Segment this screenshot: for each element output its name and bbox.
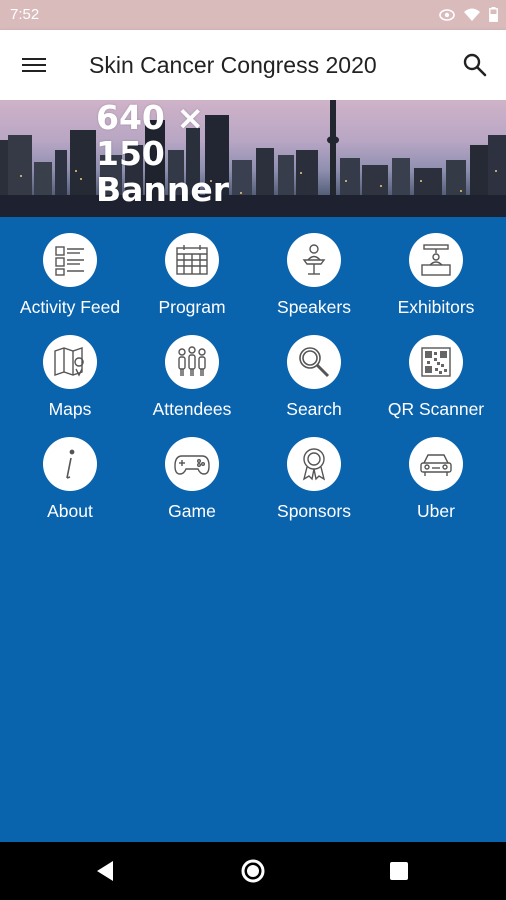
search-icon[interactable] xyxy=(462,52,488,78)
tile-sponsors[interactable]: Sponsors xyxy=(251,421,377,521)
banner-line-1: 640 × xyxy=(96,100,205,137)
activity-feed-icon xyxy=(43,233,97,287)
tile-game[interactable]: Game xyxy=(129,421,255,521)
tile-label: Uber xyxy=(417,501,455,521)
magnifier-icon xyxy=(287,335,341,389)
tile-label: Activity Feed xyxy=(19,297,121,317)
map-icon xyxy=(43,335,97,389)
tile-label: Sponsors xyxy=(277,501,351,521)
city-skyline-image xyxy=(0,100,506,217)
tile-about[interactable]: About xyxy=(7,421,133,521)
cast-icon xyxy=(439,8,455,21)
info-icon xyxy=(43,437,97,491)
battery-icon xyxy=(489,7,498,22)
banner-image: 640 × 150 Banner xyxy=(0,100,506,217)
page-title: Skin Cancer Congress 2020 xyxy=(89,52,377,78)
banner-line-2: 150 xyxy=(96,134,165,173)
banner-line-3: Banner xyxy=(96,170,230,209)
status-time: 7:52 xyxy=(10,6,40,23)
people-icon xyxy=(165,335,219,389)
tile-speakers[interactable]: Speakers xyxy=(251,217,377,317)
tile-qr-scanner[interactable]: QR Scanner xyxy=(373,319,499,419)
system-nav-bar xyxy=(0,842,506,900)
app-toolbar: Skin Cancer Congress 2020 xyxy=(0,30,506,100)
car-icon xyxy=(409,437,463,491)
tile-label: Search xyxy=(286,399,342,419)
back-icon[interactable] xyxy=(91,856,121,886)
status-icons xyxy=(439,7,498,22)
tile-label: Exhibitors xyxy=(397,297,475,317)
tile-uber[interactable]: Uber xyxy=(373,421,499,521)
status-bar: 7:52 xyxy=(0,0,506,30)
tile-exhibitors[interactable]: Exhibitors xyxy=(373,217,499,317)
tile-program[interactable]: Program xyxy=(129,217,255,317)
tile-label: Program xyxy=(158,297,226,317)
award-ribbon-icon xyxy=(287,437,341,491)
calendar-icon xyxy=(165,233,219,287)
qr-code-icon xyxy=(409,335,463,389)
tile-attendees[interactable]: Attendees xyxy=(129,319,255,419)
tile-label: Speakers xyxy=(277,297,351,317)
gamepad-icon xyxy=(165,437,219,491)
exhibitor-booth-icon xyxy=(409,233,463,287)
home-icon[interactable] xyxy=(238,856,268,886)
hamburger-menu-icon[interactable] xyxy=(22,54,48,76)
speaker-podium-icon xyxy=(287,233,341,287)
tile-label: About xyxy=(47,501,93,521)
tile-label: QR Scanner xyxy=(387,399,485,419)
tile-maps[interactable]: Maps xyxy=(7,319,133,419)
tile-label: Attendees xyxy=(152,399,232,419)
tile-label: Maps xyxy=(48,399,92,419)
wifi-icon xyxy=(464,8,480,21)
banner-placeholder-text: 640 × 150 Banner xyxy=(96,100,229,208)
tile-search[interactable]: Search xyxy=(251,319,377,419)
tile-label: Game xyxy=(168,501,216,521)
recents-icon[interactable] xyxy=(384,856,414,886)
tile-activity-feed[interactable]: Activity Feed xyxy=(7,217,133,317)
